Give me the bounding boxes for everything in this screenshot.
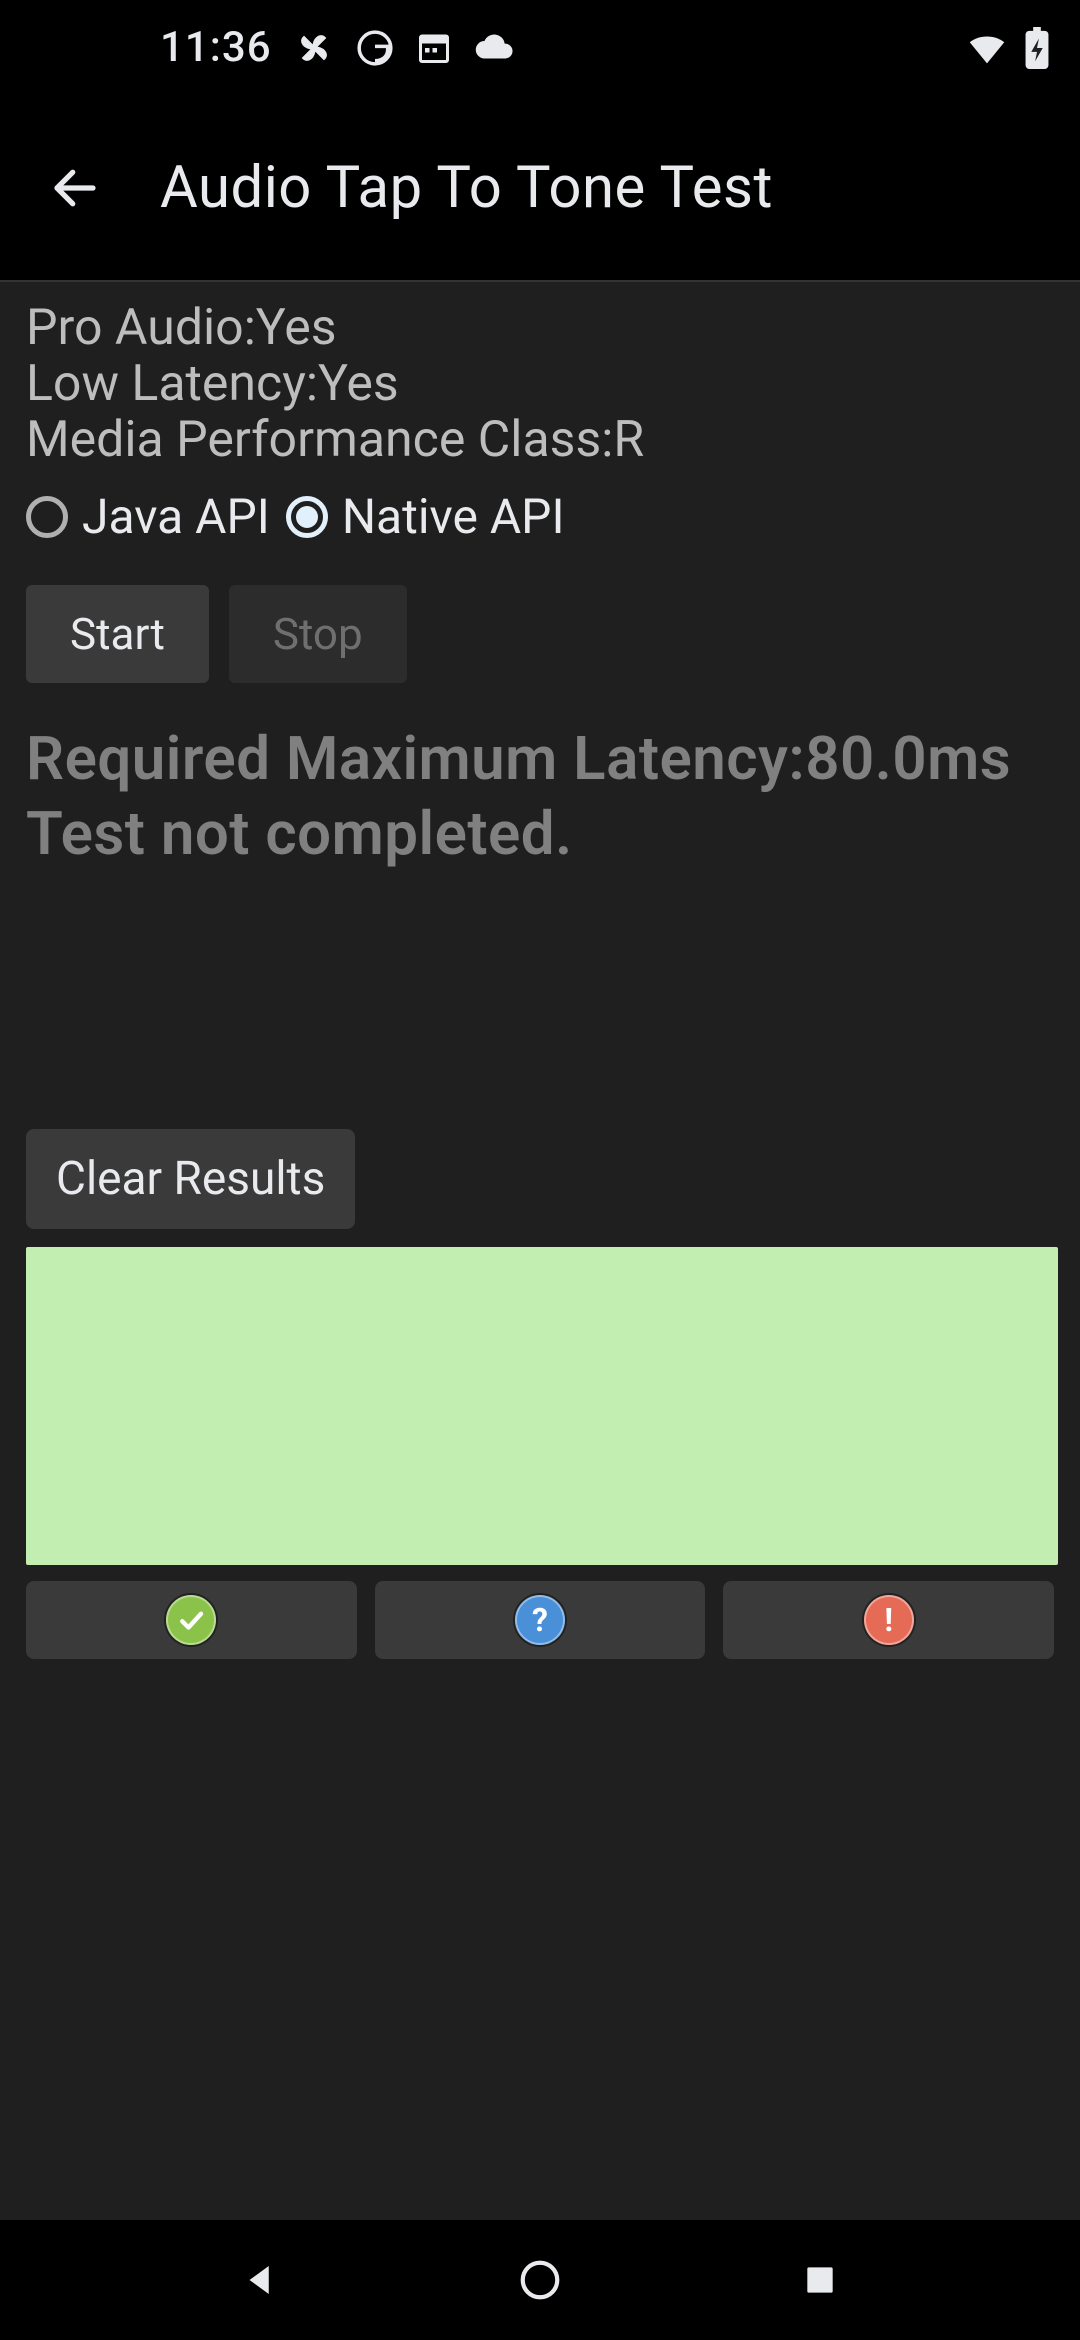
page-title: Audio Tap To Tone Test <box>160 154 773 222</box>
clear-results-button[interactable]: Clear Results <box>26 1129 355 1229</box>
stop-button: Stop <box>229 585 407 683</box>
radio-native-api[interactable]: Native API <box>286 488 565 545</box>
triangle-left-icon <box>239 2259 281 2301</box>
radio-java-api[interactable]: Java API <box>26 488 270 545</box>
radio-native-label: Native API <box>342 488 565 545</box>
back-button[interactable] <box>30 143 120 233</box>
question-circle-icon: ? <box>515 1595 565 1645</box>
status-time: 11:36 <box>160 23 272 72</box>
pro-audio-line: Pro Audio:Yes <box>26 300 1054 356</box>
content: Pro Audio:Yes Low Latency:Yes Media Perf… <box>0 286 1080 2220</box>
radio-row: Java API Native API <box>26 488 1054 545</box>
fail-button[interactable]: ! <box>723 1581 1054 1659</box>
app-bar-divider <box>0 280 1080 282</box>
square-icon <box>801 2261 839 2299</box>
status-bar: 11:36 <box>0 0 1080 95</box>
test-not-completed-line: Test not completed. <box>26 798 1054 869</box>
required-latency-line: Required Maximum Latency:80.0ms <box>26 723 1054 794</box>
nav-recents-button[interactable] <box>775 2235 865 2325</box>
wifi-icon <box>964 25 1010 71</box>
battery-charging-icon <box>1024 27 1050 69</box>
circle-icon <box>517 2257 563 2303</box>
check-circle-icon <box>166 1595 216 1645</box>
cloud-icon <box>474 27 516 69</box>
start-stop-row: Start Stop <box>26 585 1054 683</box>
radio-dot-icon <box>296 506 318 528</box>
radio-java-label: Java API <box>82 488 270 545</box>
status-left: 11:36 <box>160 23 516 72</box>
radio-outline-icon <box>286 496 328 538</box>
info-result-button[interactable]: ? <box>375 1581 706 1659</box>
pass-button[interactable] <box>26 1581 357 1659</box>
navigation-bar <box>0 2220 1080 2340</box>
pinwheel-icon <box>294 28 334 68</box>
tap-area-panel[interactable] <box>26 1247 1058 1565</box>
radio-outline-icon <box>26 496 68 538</box>
calendar-icon <box>416 30 452 66</box>
stop-button-label: Stop <box>273 608 363 660</box>
arrow-left-icon <box>48 161 102 215</box>
status-right <box>964 25 1050 71</box>
clear-results-label: Clear Results <box>56 1152 325 1206</box>
nav-back-button[interactable] <box>215 2235 305 2325</box>
app-bar: Audio Tap To Tone Test <box>0 95 1080 280</box>
alert-circle-icon: ! <box>864 1595 914 1645</box>
low-latency-line: Low Latency:Yes <box>26 356 1054 412</box>
start-button-label: Start <box>70 608 165 660</box>
start-button[interactable]: Start <box>26 585 209 683</box>
result-button-row: ? ! <box>26 1581 1054 1659</box>
nav-home-button[interactable] <box>495 2235 585 2325</box>
screen-root: 11:36 <box>0 0 1080 2340</box>
google-g-icon <box>356 29 394 67</box>
media-perf-line: Media Performance Class:R <box>26 412 1054 468</box>
